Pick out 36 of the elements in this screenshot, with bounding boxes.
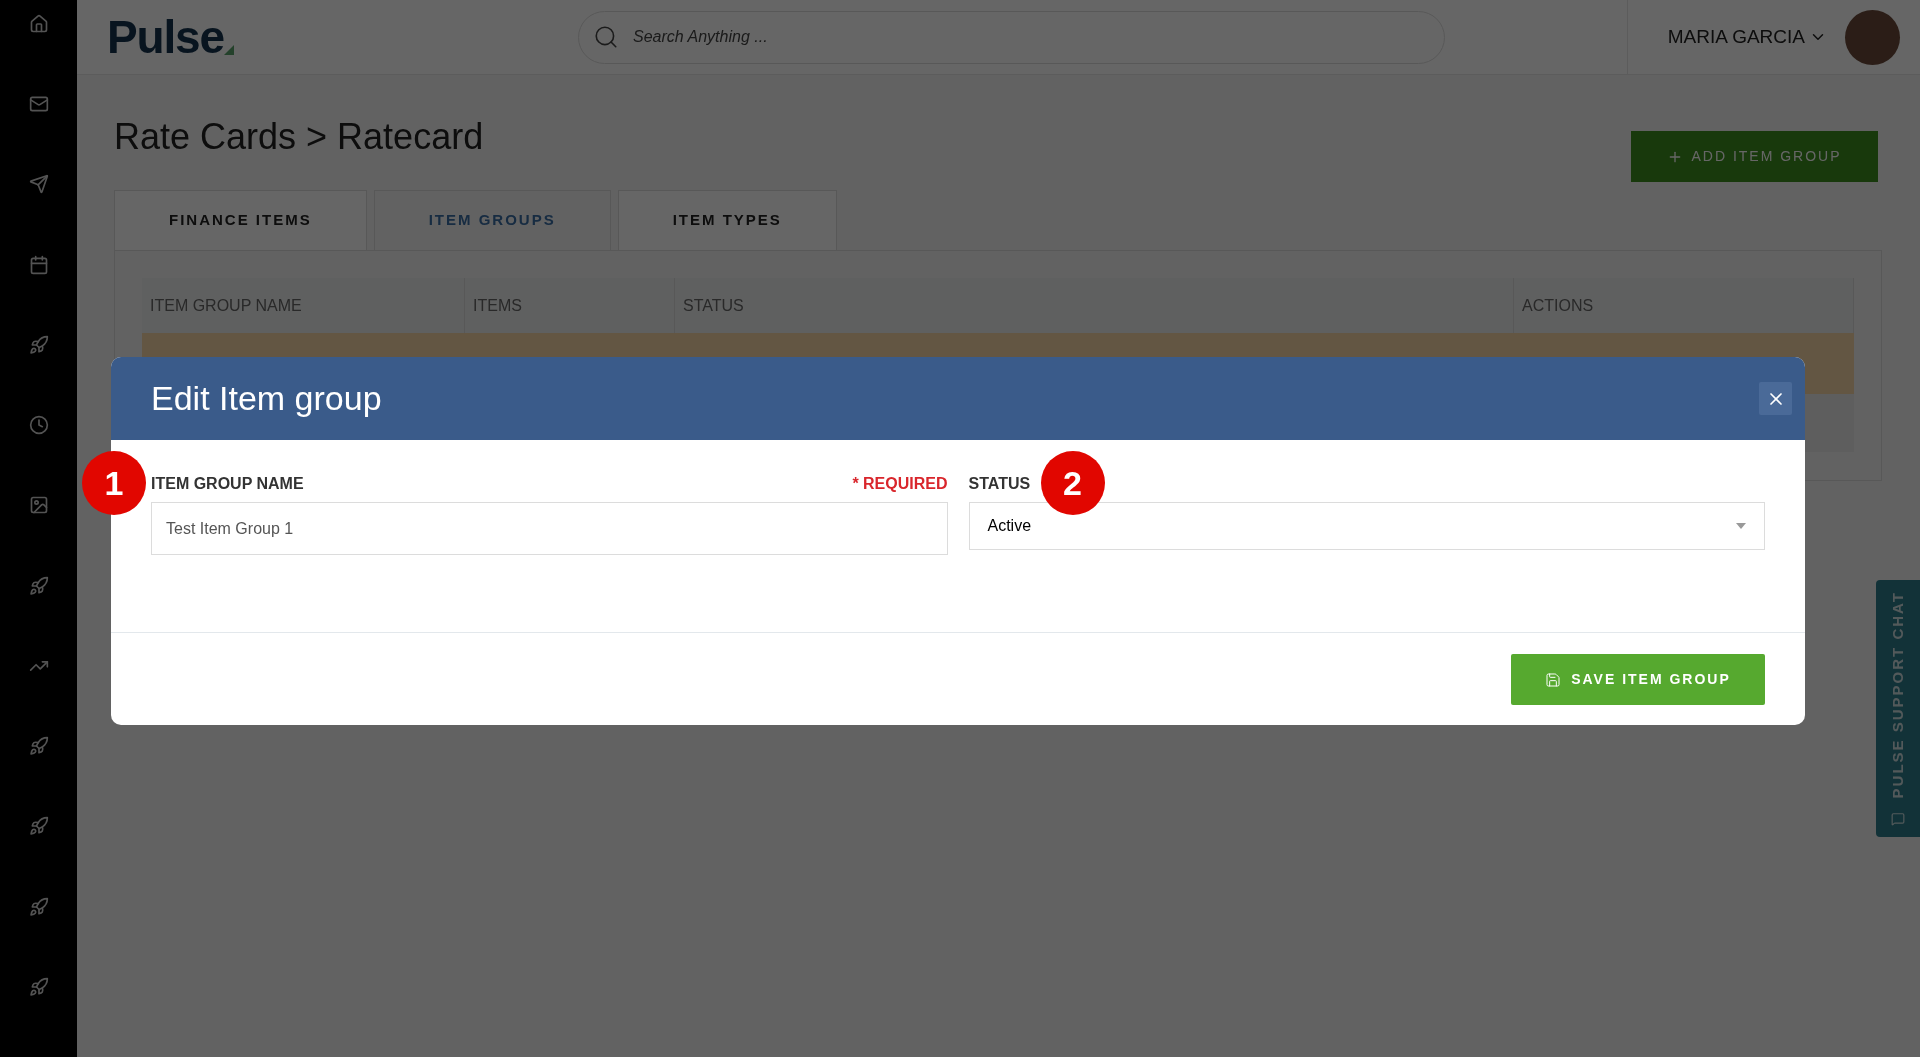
tab[interactable]: FINANCE ITEMS <box>114 190 367 250</box>
user-menu[interactable]: MARIA GARCIA <box>1667 22 1827 52</box>
number-marker: 2 <box>1040 451 1105 515</box>
rocket-icon[interactable] <box>28 736 49 757</box>
page-title: Rate Cards > Ratecard <box>114 115 484 159</box>
logo-mark-icon <box>224 45 234 55</box>
clock-icon[interactable] <box>28 415 49 436</box>
chat-icon <box>1891 812 1905 827</box>
field-label: STATUS <box>968 474 1031 494</box>
avatar[interactable] <box>1845 9 1900 65</box>
search-icon <box>593 24 619 50</box>
number-marker: 1 <box>82 451 146 515</box>
logo[interactable]: Pulse <box>107 2 224 72</box>
tab[interactable]: ITEM GROUPS <box>373 190 611 250</box>
mail-icon[interactable] <box>28 94 49 115</box>
calendar-icon[interactable] <box>28 254 49 275</box>
image-icon[interactable] <box>28 495 49 516</box>
paper-plane-icon[interactable] <box>28 174 49 195</box>
field-label: ITEM GROUP NAME <box>151 474 304 494</box>
status-dropdown[interactable]: Active <box>968 502 1765 550</box>
save-icon <box>1545 671 1562 688</box>
close-button[interactable] <box>1759 382 1792 415</box>
name-input-field[interactable]: Test Item Group 1 <box>151 502 948 555</box>
rocket-icon[interactable] <box>28 896 49 917</box>
home-icon[interactable] <box>28 14 49 34</box>
add-item-group-button[interactable]: ADD ITEM GROUP <box>1631 131 1878 182</box>
dialog-title: Edit Item group <box>151 378 382 419</box>
rocket-icon[interactable] <box>28 575 49 596</box>
required-label: * REQUIRED <box>852 474 948 494</box>
rocket-icon[interactable] <box>28 816 49 837</box>
rocket-icon[interactable] <box>28 334 49 355</box>
rocket-icon[interactable] <box>28 976 49 997</box>
support-chat-tab[interactable]: PULSE SUPPORT CHAT <box>1876 580 1920 837</box>
tab[interactable]: ITEM TYPES <box>617 190 837 250</box>
caret-icon <box>1736 523 1746 529</box>
save-item-group-button[interactable]: SAVE ITEM GROUP <box>1511 654 1765 705</box>
